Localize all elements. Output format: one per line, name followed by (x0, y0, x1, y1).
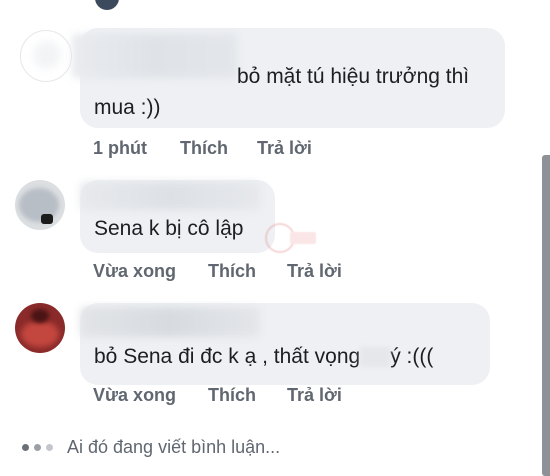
comment-bubble: Sena k bị cô lập (80, 180, 275, 253)
like-link[interactable]: Thích (208, 261, 256, 282)
reply-link[interactable]: Trả lời (287, 385, 342, 406)
typing-indicator: Ai đó đang viết bình luận... (22, 437, 280, 458)
redacted-author-name[interactable] (80, 307, 260, 337)
watermark-logo (260, 218, 318, 258)
like-link[interactable]: Thích (180, 138, 228, 159)
avatar[interactable] (20, 30, 72, 82)
comment-text: Sena k bị cô lập (94, 217, 244, 240)
redacted-word (360, 347, 391, 368)
comment-bubble: bỏ mặt tú hiệu trưởng thì mua :)) (72, 28, 505, 128)
previous-comment-cutoff (0, 0, 550, 10)
avatar (95, 0, 119, 10)
comment-text-part: ý :((( (390, 345, 434, 368)
redacted-author-name[interactable] (72, 34, 237, 78)
typing-dots-icon (22, 444, 53, 451)
comment-text-continued: mua :)) (94, 96, 161, 119)
comment-text: bỏ Sena đi đc k ạ , thất vọng ý :((( (94, 341, 433, 373)
avatar[interactable] (15, 180, 65, 230)
comment-time[interactable]: Vừa xong (93, 385, 176, 406)
reply-link[interactable]: Trả lời (287, 261, 342, 282)
comment-text-part: bỏ Sena đi đc k ạ , thất vọng (94, 345, 361, 368)
like-link[interactable]: Thích (208, 385, 256, 406)
comment-time[interactable]: Vừa xong (93, 261, 176, 282)
scrollbar[interactable] (542, 155, 550, 476)
avatar[interactable] (15, 303, 65, 353)
comment-text: bỏ mặt tú hiệu trưởng thì (237, 65, 470, 88)
comment-bubble: bỏ Sena đi đc k ạ , thất vọng ý :((( (80, 303, 490, 385)
redacted-author-name[interactable] (80, 182, 260, 210)
typing-text: Ai đó đang viết bình luận... (67, 437, 281, 457)
comment-time[interactable]: 1 phút (93, 138, 147, 159)
reply-link[interactable]: Trả lời (257, 138, 312, 159)
